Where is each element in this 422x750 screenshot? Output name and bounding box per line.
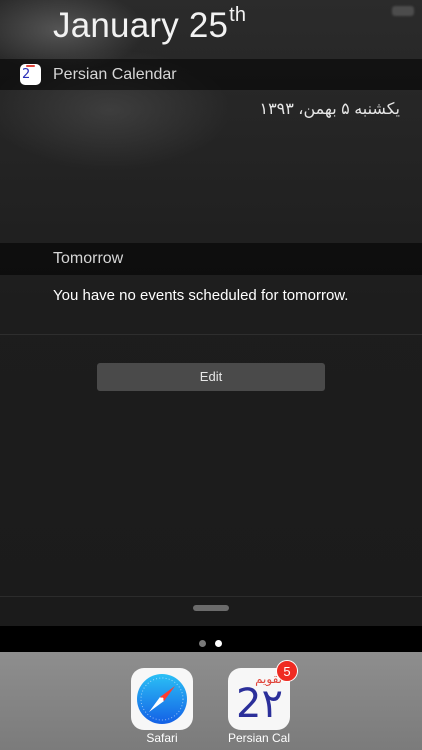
date-header: January 25th [53, 4, 246, 46]
persian-calendar-small-icon: 2 [20, 64, 41, 85]
safari-compass-icon [137, 674, 187, 724]
page-indicator-band [0, 626, 422, 652]
icon-digit-latin: 2 [236, 681, 263, 727]
safari-app-icon[interactable] [131, 668, 193, 730]
widget-title: Persian Calendar [53, 66, 177, 83]
pull-handle[interactable] [193, 605, 229, 611]
persian-date-text: یکشنبه ۵ بهمن، ۱۳۹۳ [259, 101, 400, 118]
divider [0, 596, 422, 597]
notification-center: January 25th 2 Persian Calendar یکشنبه ۵… [0, 0, 422, 750]
icon-number: 2 [22, 67, 31, 82]
date-suffix: th [229, 4, 247, 26]
tomorrow-title: Tomorrow [53, 250, 124, 267]
safari-label[interactable]: Safari [131, 731, 193, 745]
no-events-message: You have no events scheduled for tomorro… [53, 287, 349, 304]
page-dot-1[interactable] [199, 640, 206, 647]
notification-badge: 5 [276, 660, 298, 682]
date-main: January 25 [53, 6, 229, 45]
page-dot-2-active[interactable] [215, 640, 222, 647]
persian-cal-label[interactable]: Persian Cal [218, 731, 300, 745]
divider [0, 334, 422, 335]
persian-app-icon-number: 2٢ [236, 681, 285, 727]
dock [0, 652, 422, 750]
status-indicator [392, 6, 414, 16]
edit-button[interactable]: Edit [97, 363, 325, 391]
